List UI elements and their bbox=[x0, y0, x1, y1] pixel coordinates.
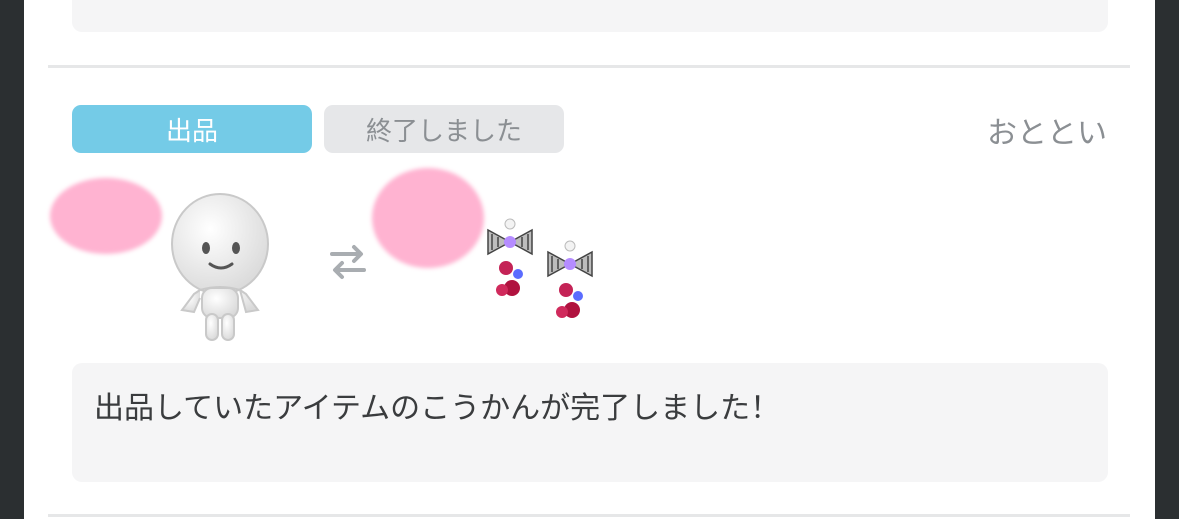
avatar-figure-icon[interactable] bbox=[162, 190, 278, 342]
listing-tag-label: 出品 bbox=[165, 116, 218, 147]
swap-arrows-icon bbox=[330, 245, 366, 279]
censored-user-icon bbox=[50, 178, 162, 254]
notification-panel: 出品 終了しました おととい 出品していたアイテムのこうかんが完了しました！ bbox=[24, 0, 1155, 519]
divider-top bbox=[48, 65, 1130, 68]
status-tag-label: 終了しました bbox=[365, 116, 522, 147]
message-box: 出品していたアイテムのこうかんが完了しました！ bbox=[72, 363, 1108, 482]
divider-bottom bbox=[48, 514, 1130, 517]
left-frame bbox=[0, 0, 24, 519]
bow-cherry-hairpin-icon[interactable] bbox=[544, 240, 604, 326]
status-tag: 終了しました bbox=[324, 105, 564, 153]
bow-cherry-hairpin-icon[interactable] bbox=[484, 218, 544, 304]
message-text: 出品していたアイテムのこうかんが完了しました！ bbox=[94, 391, 781, 426]
timestamp: おととい bbox=[987, 116, 1107, 151]
previous-message-box bbox=[72, 0, 1108, 32]
listing-tag: 出品 bbox=[72, 105, 312, 153]
right-frame bbox=[1155, 0, 1179, 519]
censored-partner-icon bbox=[372, 168, 484, 268]
